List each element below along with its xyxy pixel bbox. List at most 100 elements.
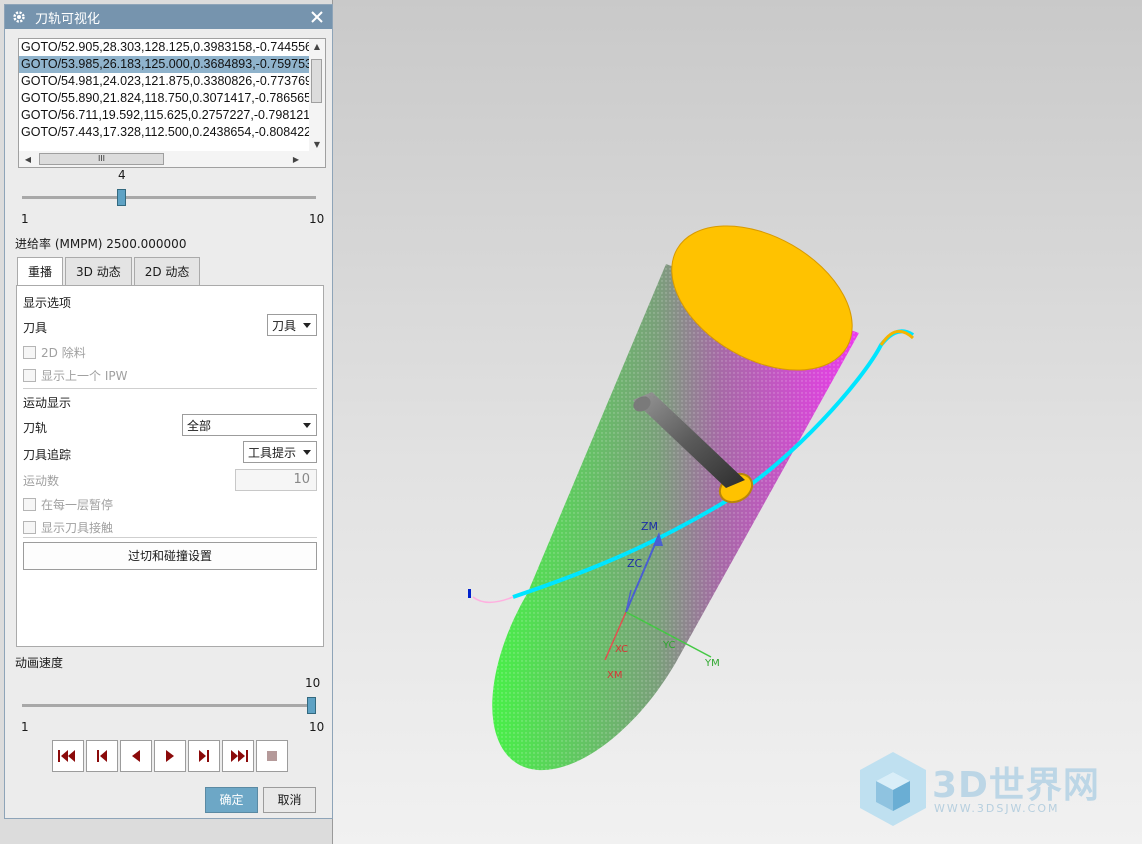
- step-back-button[interactable]: [86, 740, 118, 772]
- axis-label-xc: XC: [615, 644, 628, 655]
- tab-2d-dynamic[interactable]: 2D 动态: [133, 257, 201, 285]
- anim-speed-min: 1: [21, 720, 29, 734]
- scene-3d: ZM ZC XM XC YM YC: [468, 225, 915, 771]
- list-item[interactable]: GOTO/52.905,28.303,128.125,0.3983158,-0.…: [19, 39, 309, 56]
- motion-count-field[interactable]: 10: [235, 469, 317, 491]
- pause-each-layer-label: 在每一层暂停: [41, 498, 114, 512]
- show-prev-ipw-label: 显示上一个 IPW: [41, 369, 128, 383]
- axis-label-ym: YM: [704, 658, 720, 669]
- tab-3d-dynamic[interactable]: 3D 动态: [65, 257, 132, 285]
- checkbox-box: [23, 498, 36, 511]
- dialog-title: 刀轨可视化: [35, 11, 101, 27]
- play-reverse-button[interactable]: [120, 740, 152, 772]
- toolpath-select-value: 全部: [187, 418, 212, 433]
- section-divider: [23, 388, 317, 389]
- motion-display-heading: 运动显示: [23, 396, 72, 410]
- anim-speed-max: 10: [309, 720, 325, 734]
- ok-button[interactable]: 确定: [205, 787, 258, 813]
- skip-to-end-icon: [231, 750, 248, 762]
- axis-label-zc: ZC: [627, 557, 643, 570]
- vertical-scroll-thumb[interactable]: [311, 59, 322, 103]
- list-item[interactable]: GOTO/56.711,19.592,115.625,0.2757227,-0.…: [19, 107, 309, 124]
- list-item[interactable]: GOTO/55.890,21.824,118.750,0.3071417,-0.…: [19, 90, 309, 107]
- gouge-collision-settings-button[interactable]: 过切和碰撞设置: [23, 542, 317, 570]
- cube-logo-icon: [860, 752, 926, 826]
- anim-speed-label: 动画速度: [15, 656, 64, 670]
- horizontal-scrollbar[interactable]: ◀ III ▶: [19, 151, 325, 167]
- tool-select[interactable]: 刀具: [267, 314, 317, 336]
- step-slider-min: 1: [21, 212, 29, 226]
- site-watermark: 3D世界网 WWW.3DSJW.COM: [858, 748, 1128, 834]
- toolpath-approach: [472, 596, 514, 603]
- horizontal-scroll-thumb[interactable]: III: [39, 153, 164, 165]
- scroll-up-icon[interactable]: ▲: [309, 39, 325, 53]
- anim-speed-track[interactable]: [22, 704, 316, 707]
- axis-label-yc: YC: [662, 640, 676, 651]
- list-item[interactable]: GOTO/57.443,17.328,112.500,0.2438654,-0.…: [19, 124, 309, 141]
- display-options-heading: 显示选项: [23, 296, 72, 310]
- toolpath-visualization-dialog: 刀轨可视化 GOTO/52.905,28.303,128.125,0.39831…: [4, 4, 333, 819]
- show-tool-contact-checkbox[interactable]: 显示刀具接触: [23, 519, 113, 536]
- tool-trace-select-value: 工具提示: [248, 445, 297, 460]
- stop-button[interactable]: [256, 740, 288, 772]
- dialog-titlebar[interactable]: 刀轨可视化: [5, 5, 332, 29]
- pause-each-layer-checkbox[interactable]: 在每一层暂停: [23, 496, 113, 513]
- stop-icon: [267, 751, 277, 761]
- toolpath-select[interactable]: 全部: [182, 414, 317, 436]
- toolpath-label: 刀轨: [23, 421, 48, 435]
- step-slider-thumb[interactable]: [117, 189, 126, 206]
- tool-select-value: 刀具: [272, 318, 297, 333]
- play-reverse-icon: [132, 750, 140, 762]
- anim-speed-value: 10: [305, 676, 321, 690]
- show-tool-contact-label: 显示刀具接触: [41, 521, 114, 535]
- feed-rate-label: 进给率 (MMPM) 2500.000000: [15, 237, 187, 251]
- checkbox-box: [23, 369, 36, 382]
- checkbox-box: [23, 521, 36, 534]
- scroll-down-icon[interactable]: ▼: [309, 137, 325, 151]
- toolpath-listing[interactable]: GOTO/52.905,28.303,128.125,0.3983158,-0.…: [18, 38, 326, 168]
- section-divider: [23, 537, 317, 538]
- skip-to-end-button[interactable]: [222, 740, 254, 772]
- anim-speed-thumb[interactable]: [307, 697, 316, 714]
- axis-label-zm: ZM: [641, 520, 658, 533]
- tool-label: 刀具: [23, 321, 48, 335]
- chevron-down-icon: [303, 450, 311, 455]
- graphics-viewport[interactable]: ZM ZC XM XC YM YC: [332, 0, 1142, 844]
- cancel-button[interactable]: 取消: [263, 787, 316, 813]
- checkbox-box: [23, 346, 36, 359]
- step-back-icon: [97, 750, 107, 762]
- scroll-right-icon[interactable]: ▶: [289, 151, 303, 167]
- play-forward-icon: [166, 750, 174, 762]
- step-forward-button[interactable]: [188, 740, 220, 772]
- chevron-down-icon: [303, 323, 311, 328]
- show-prev-ipw-checkbox[interactable]: 显示上一个 IPW: [23, 367, 127, 384]
- tool-trace-select[interactable]: 工具提示: [243, 441, 317, 463]
- listing-rows: GOTO/52.905,28.303,128.125,0.3983158,-0.…: [19, 39, 309, 151]
- close-icon[interactable]: [308, 8, 326, 26]
- skip-to-start-icon: [58, 750, 75, 762]
- watermark-title: 3D世界网: [932, 765, 1100, 806]
- list-item[interactable]: GOTO/54.981,24.023,121.875,0.3380826,-0.…: [19, 73, 309, 90]
- motion-count-label: 运动数: [23, 474, 60, 488]
- remove-2d-checkbox[interactable]: 2D 除料: [23, 344, 86, 361]
- replay-panel: 显示选项 刀具 刀具 2D 除料 显示上一个 IPW 运动显示 刀轨 全部 刀具…: [16, 285, 324, 647]
- workpiece-cylinder: [492, 225, 859, 771]
- list-item-selected[interactable]: GOTO/53.985,26.183,125.000,0.3684893,-0.…: [19, 56, 309, 73]
- chevron-down-icon: [303, 423, 311, 428]
- watermark-url: WWW.3DSJW.COM: [934, 802, 1060, 815]
- tab-bar: 重播 3D 动态 2D 动态: [17, 257, 202, 287]
- step-slider-track[interactable]: [22, 196, 316, 199]
- step-slider-value: 4: [118, 168, 126, 182]
- remove-2d-label: 2D 除料: [41, 346, 86, 360]
- tab-replay[interactable]: 重播: [17, 257, 64, 287]
- step-forward-icon: [199, 750, 209, 762]
- step-slider-max: 10: [309, 212, 325, 226]
- vertical-scrollbar[interactable]: ▲ ▼: [309, 39, 325, 151]
- scroll-left-icon[interactable]: ◀: [21, 151, 35, 167]
- axis-label-xm: XM: [607, 670, 622, 681]
- skip-to-start-button[interactable]: [52, 740, 84, 772]
- start-marker: [468, 589, 471, 598]
- play-forward-button[interactable]: [154, 740, 186, 772]
- gear-icon: [11, 9, 27, 25]
- tool-trace-label: 刀具追踪: [23, 448, 72, 462]
